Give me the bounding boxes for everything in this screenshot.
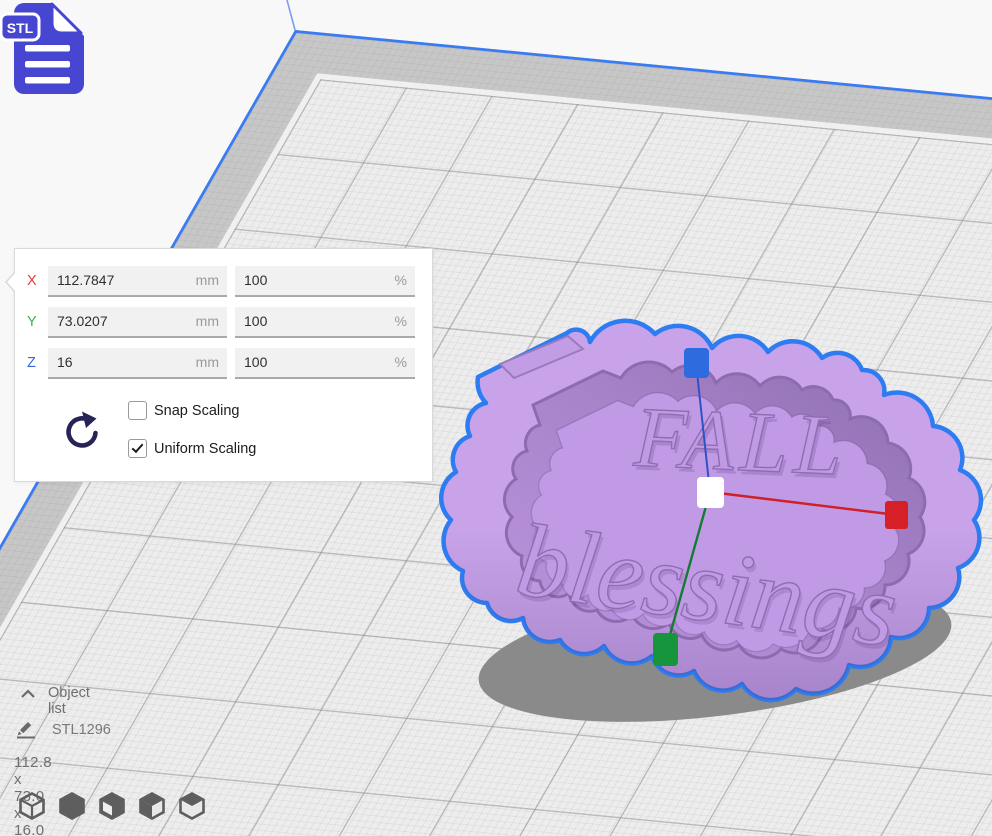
- scale-x-mm-input[interactable]: 112.7847 mm: [48, 266, 227, 297]
- reset-scale-button[interactable]: [62, 409, 102, 453]
- scale-z-mm-input[interactable]: 16 mm: [48, 348, 227, 379]
- scale-x-unit: mm: [196, 272, 219, 288]
- view-cube-top-left-icon[interactable]: [139, 792, 165, 820]
- scale-y-value: 73.0207: [57, 313, 108, 329]
- scale-y-percent-unit: %: [395, 313, 407, 329]
- object-list-title[interactable]: Object list: [48, 685, 90, 717]
- scale-y-percent: 100: [244, 313, 267, 329]
- stl-file-icon: STL: [0, 0, 92, 98]
- scale-row-y: Y 73.0207 mm 100 %: [15, 307, 432, 338]
- scale-z-percent: 100: [244, 354, 267, 370]
- scale-z-percent-input[interactable]: 100 %: [235, 348, 415, 379]
- pencil-icon[interactable]: [14, 717, 38, 739]
- scale-y-mm-input[interactable]: 73.0207 mm: [48, 307, 227, 338]
- axis-label-y: Y: [27, 314, 49, 330]
- view-mode-toolbar: [19, 792, 205, 820]
- engraving-fall: FALL: [631, 388, 850, 493]
- scale-x-value: 112.7847: [57, 272, 114, 288]
- scale-z-percent-unit: %: [395, 354, 407, 370]
- view-cube-wireframe-icon[interactable]: [19, 792, 45, 820]
- scale-x-percent: 100: [244, 272, 267, 288]
- chevron-up-icon[interactable]: [20, 689, 36, 699]
- scale-tool-panel: X 112.7847 mm 100 % Y 73.0207 mm 100 % Z: [14, 248, 433, 482]
- uniform-scaling-checkbox[interactable]: [128, 439, 147, 458]
- scale-row-x: X 112.7847 mm 100 %: [15, 266, 432, 297]
- scale-x-percent-input[interactable]: 100 %: [235, 266, 415, 297]
- axis-label-z: Z: [27, 355, 49, 371]
- panel-caret: [5, 271, 15, 293]
- view-cube-front-face-icon[interactable]: [99, 792, 125, 820]
- snap-scaling-checkbox[interactable]: [128, 401, 147, 420]
- view-cube-solid-icon[interactable]: [59, 792, 85, 820]
- scale-z-unit: mm: [196, 354, 219, 370]
- scale-handle-y[interactable]: [653, 633, 678, 666]
- scale-handle-z[interactable]: [684, 348, 709, 378]
- snap-scaling-label: Snap Scaling: [154, 403, 239, 419]
- scale-z-value: 16: [57, 354, 73, 370]
- viewport: FALL FALL blessings blessings STL: [0, 0, 992, 836]
- scale-handle-x[interactable]: [885, 501, 908, 529]
- view-cube-top-face-icon[interactable]: [179, 792, 205, 820]
- uniform-scaling-label: Uniform Scaling: [154, 441, 256, 457]
- reset-icon-arrowhead: [82, 412, 97, 429]
- scale-row-z: Z 16 mm 100 %: [15, 348, 432, 379]
- stl-badge-label: STL: [7, 20, 34, 36]
- object-list-item-name[interactable]: STL1296: [52, 722, 111, 738]
- axis-label-x: X: [27, 273, 49, 289]
- scale-handle-center[interactable]: [697, 477, 724, 508]
- scale-y-percent-input[interactable]: 100 %: [235, 307, 415, 338]
- scale-y-unit: mm: [196, 313, 219, 329]
- scale-x-percent-unit: %: [395, 272, 407, 288]
- build-volume-z-edge: [287, 0, 295, 30]
